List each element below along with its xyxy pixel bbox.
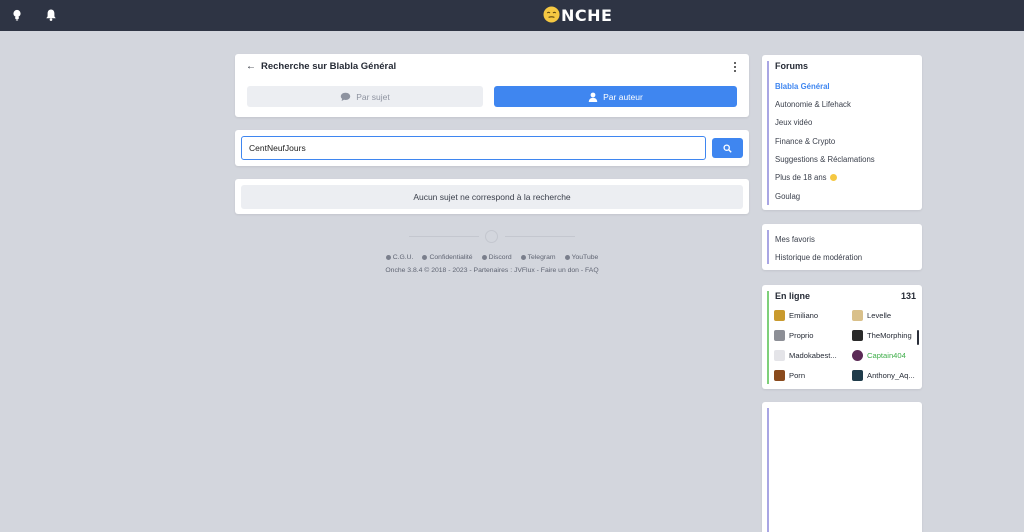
- discord-icon: [481, 255, 487, 260]
- online-user[interactable]: Captain404: [852, 350, 906, 361]
- footer-partners-label: - Partenaires :: [469, 267, 513, 274]
- extras-card: Mes favoris Historique de modération: [762, 224, 922, 270]
- logo-text: NCHE: [561, 5, 613, 25]
- forum-blabla-general[interactable]: Blabla Général: [775, 82, 830, 91]
- bottom-accent-bar: [767, 408, 769, 532]
- footer-link-telegram[interactable]: Telegram: [520, 254, 556, 261]
- forum-plus-18-label: Plus de 18 ans: [775, 173, 827, 182]
- tab-by-subject-label: Par sujet: [356, 91, 390, 102]
- back-arrow-icon[interactable]: ←: [246, 61, 256, 72]
- avatar: [774, 350, 785, 361]
- search-title: Recherche sur Blabla Général: [261, 61, 397, 72]
- avatar: [852, 330, 863, 341]
- lightbulb-icon[interactable]: [10, 8, 24, 22]
- online-user[interactable]: Porn: [774, 370, 805, 381]
- online-user[interactable]: Levelle: [852, 310, 891, 321]
- online-count: 131: [900, 291, 916, 301]
- forum-goulag[interactable]: Goulag: [775, 192, 800, 201]
- globe-icon: [422, 255, 428, 260]
- extras-accent-bar: [767, 230, 769, 264]
- online-user[interactable]: Proprio: [774, 330, 813, 341]
- more-options-icon[interactable]: [734, 62, 737, 72]
- footer-link-privacy[interactable]: Confidentialité: [422, 254, 473, 261]
- avatar: [774, 310, 785, 321]
- online-title: En ligne: [775, 291, 811, 301]
- footer-divider-left: [409, 236, 479, 237]
- footer-link-discord[interactable]: Discord: [481, 254, 512, 261]
- emoji-icon: [829, 174, 837, 181]
- footer-smiley-icon: [485, 230, 498, 243]
- results-card: Aucun sujet ne correspond à la recherche: [235, 179, 749, 214]
- footer-link-cgu[interactable]: C.G.U.: [385, 254, 413, 261]
- comment-icon: [341, 92, 351, 101]
- footer-divider-right: [505, 236, 575, 237]
- search-header-card: ← Recherche sur Blabla Général Par sujet…: [235, 54, 749, 117]
- site-logo[interactable]: NCHE: [543, 5, 613, 25]
- forum-autonomie-lifehack[interactable]: Autonomie & Lifehack: [775, 100, 851, 109]
- search-button[interactable]: [712, 138, 743, 158]
- online-scrollbar[interactable]: [917, 330, 919, 345]
- online-card: En ligne 131 Emiliano Levelle Proprio Th…: [762, 285, 922, 389]
- avatar: [774, 330, 785, 341]
- bell-icon[interactable]: [44, 8, 58, 22]
- online-user[interactable]: TheMorphing: [852, 330, 912, 341]
- empty-results-message: Aucun sujet ne correspond à la recherche: [241, 185, 743, 209]
- link-moderation-history[interactable]: Historique de modération: [775, 253, 862, 262]
- tab-by-subject[interactable]: Par sujet: [247, 86, 483, 107]
- tab-by-author[interactable]: Par auteur: [494, 86, 737, 107]
- avatar: [852, 310, 863, 321]
- search-icon: [723, 143, 732, 153]
- footer-link-youtube[interactable]: YouTube: [564, 254, 598, 261]
- footer-link-donate[interactable]: - Faire un don: [537, 267, 579, 274]
- footer-link-faq[interactable]: - FAQ: [581, 267, 599, 274]
- forums-title: Forums: [775, 61, 809, 71]
- forum-finance-crypto[interactable]: Finance & Crypto: [775, 137, 835, 146]
- online-user[interactable]: Anthony_Aq...: [852, 370, 915, 381]
- tab-by-author-label: Par auteur: [603, 91, 643, 102]
- footer-version: Onche 3.8.4 © 2018 - 2023: [385, 267, 468, 274]
- online-user[interactable]: Madokabest...: [774, 350, 837, 361]
- footer-link-partner[interactable]: JVFlux: [514, 267, 535, 274]
- sidebar-empty-card: [762, 402, 922, 532]
- search-input[interactable]: [241, 136, 706, 160]
- onche-smiley-logo: [543, 6, 560, 25]
- online-user[interactable]: Emiliano: [774, 310, 818, 321]
- avatar: [852, 350, 863, 361]
- youtube-icon: [564, 255, 570, 260]
- top-bar: NCHE: [0, 0, 1024, 31]
- footer-credits: Onche 3.8.4 © 2018 - 2023 - Partenaires …: [235, 267, 749, 274]
- link-favorites[interactable]: Mes favoris: [775, 235, 815, 244]
- forum-plus-18[interactable]: Plus de 18 ans: [775, 173, 837, 182]
- footer-links: C.G.U. Confidentialité Discord Telegram …: [235, 254, 749, 261]
- user-icon: [588, 92, 598, 102]
- online-accent-bar: [767, 291, 769, 384]
- forum-suggestions[interactable]: Suggestions & Réclamations: [775, 155, 875, 164]
- forums-card: Forums Blabla Général Autonomie & Lifeha…: [762, 55, 922, 210]
- forum-jeux-video[interactable]: Jeux vidéo: [775, 118, 812, 127]
- avatar: [852, 370, 863, 381]
- forums-accent-bar: [767, 61, 769, 205]
- telegram-icon: [520, 255, 526, 260]
- avatar: [774, 370, 785, 381]
- search-input-card: [235, 130, 749, 166]
- info-icon: [385, 255, 391, 260]
